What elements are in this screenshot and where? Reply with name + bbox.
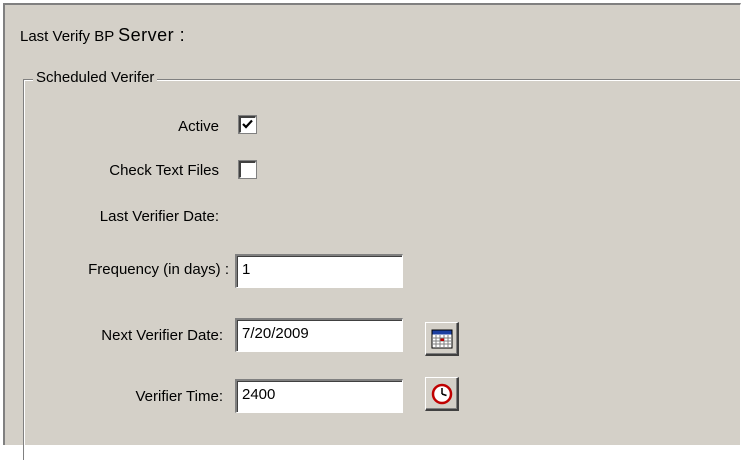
last-verifier-date-label: Last Verifier Date: xyxy=(99,208,219,225)
clock-icon xyxy=(431,383,452,404)
group-title: Scheduled Verifer xyxy=(33,69,158,86)
calendar-button[interactable] xyxy=(425,322,459,356)
active-checkbox[interactable] xyxy=(239,116,256,133)
check-text-files-label: Check Text Files xyxy=(109,162,219,179)
frequency-label: Frequency (in days) : xyxy=(88,261,229,278)
next-verifier-date-label: Next Verifier Date: xyxy=(101,327,223,344)
verifier-time-label: Verifier Time: xyxy=(135,388,223,405)
header-suffix: Server : xyxy=(118,25,186,45)
verify-settings-panel: Last Verify BP Server : Scheduled Verife… xyxy=(3,3,741,460)
checkmark-icon xyxy=(242,119,253,129)
header-prefix: Last Verify BP xyxy=(20,28,114,45)
check-text-files-checkbox[interactable] xyxy=(239,161,256,178)
calendar-icon xyxy=(431,329,452,348)
clock-button[interactable] xyxy=(425,377,459,411)
active-label: Active xyxy=(178,118,219,135)
frequency-input[interactable]: 1 xyxy=(235,254,403,288)
last-verify-server-label: Last Verify BP Server : xyxy=(20,25,185,46)
verifier-time-input[interactable]: 2400 xyxy=(235,379,403,413)
next-verifier-date-input[interactable]: 7/20/2009 xyxy=(235,318,403,352)
